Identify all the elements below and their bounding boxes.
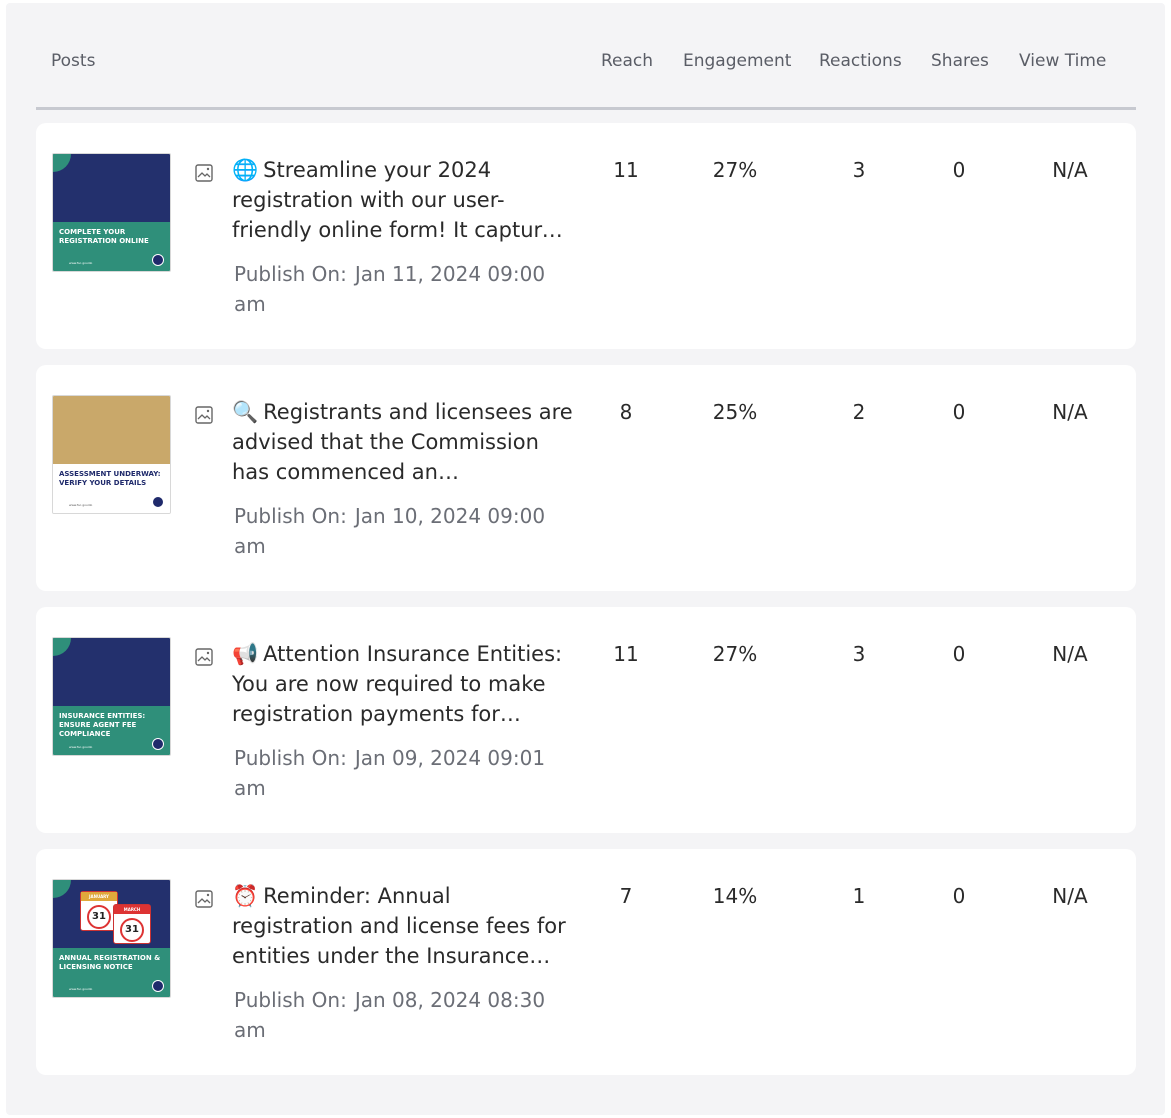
column-header-posts[interactable]: Posts — [51, 51, 95, 71]
engagement-value: 27% — [712, 642, 758, 666]
post-thumbnail[interactable]: Insurance entities: ensure agent fee com… — [52, 637, 171, 756]
publish-date: Publish On: Jan 10, 2024 09:00 am — [234, 504, 546, 558]
seal-icon — [152, 254, 164, 266]
post-thumbnail[interactable]: January 31 March 31 Annual registration … — [52, 879, 171, 998]
view-time-value: N/A — [1052, 400, 1088, 424]
engagement-value: 25% — [712, 400, 758, 424]
thumbnail-photo — [53, 154, 170, 222]
posts-table-panel: Posts Reach Engagement Reactions Shares … — [6, 3, 1165, 1115]
view-time-value: N/A — [1052, 158, 1088, 182]
table-row[interactable]: Assessment underway: verify your details… — [36, 365, 1136, 591]
engagement-value: 14% — [712, 884, 758, 908]
post-thumbnail[interactable]: Complete your registration online www.fs… — [52, 153, 171, 272]
alarm-clock-icon: ⏰ — [232, 884, 259, 908]
engagement-value: 27% — [712, 158, 758, 182]
megaphone-icon: 📢 — [232, 642, 259, 666]
image-icon — [195, 164, 213, 182]
table-row[interactable]: Insurance entities: ensure agent fee com… — [36, 607, 1136, 833]
image-icon — [195, 406, 213, 424]
column-header-shares[interactable]: Shares — [931, 51, 989, 71]
magnifier-icon: 🔍 — [232, 400, 259, 424]
table-row[interactable]: Complete your registration online www.fs… — [36, 123, 1136, 349]
column-header-view-time[interactable]: View Time — [1019, 51, 1106, 71]
shares-value: 0 — [952, 642, 966, 666]
post-text[interactable]: 🔍 Registrants and licensees are advised t… — [232, 397, 574, 487]
post-text[interactable]: 📢 Attention Insurance Entities: You are n… — [232, 639, 574, 729]
view-time-value: N/A — [1052, 884, 1088, 908]
thumbnail-photo: January 31 March 31 — [53, 880, 170, 948]
thumbnail-band: Annual registration & licensing notice w… — [53, 948, 170, 997]
column-header-engagement[interactable]: Engagement — [683, 51, 791, 71]
thumbnail-band: Insurance entities: ensure agent fee com… — [53, 706, 170, 755]
reactions-value: 1 — [852, 884, 866, 908]
column-header-reactions[interactable]: Reactions — [819, 51, 902, 71]
publish-date: Publish On: Jan 11, 2024 09:00 am — [234, 262, 546, 316]
reactions-value: 3 — [852, 642, 866, 666]
view-time-value: N/A — [1052, 642, 1088, 666]
column-header-reach[interactable]: Reach — [601, 51, 653, 71]
seal-icon — [152, 496, 164, 508]
table-row[interactable]: January 31 March 31 Annual registration … — [36, 849, 1136, 1075]
reach-value: 8 — [619, 400, 633, 424]
shares-value: 0 — [952, 400, 966, 424]
reach-value: 11 — [613, 158, 639, 182]
publish-date: Publish On: Jan 08, 2024 08:30 am — [234, 988, 546, 1042]
thumbnail-band: Assessment underway: verify your details… — [53, 464, 170, 513]
shares-value: 0 — [952, 884, 966, 908]
reactions-value: 2 — [852, 400, 866, 424]
image-icon — [195, 890, 213, 908]
post-thumbnail[interactable]: Assessment underway: verify your details… — [52, 395, 171, 514]
thumbnail-band: Complete your registration online www.fs… — [53, 222, 170, 271]
reach-value: 7 — [619, 884, 633, 908]
calendar-icon: March 31 — [113, 904, 151, 944]
globe-icon: 🌐 — [232, 158, 259, 182]
thumbnail-photo — [53, 396, 170, 464]
post-text[interactable]: 🌐 Streamline your 2024 registration with … — [232, 155, 574, 245]
image-icon — [195, 648, 213, 666]
reactions-value: 3 — [852, 158, 866, 182]
seal-icon — [152, 980, 164, 992]
table-header: Posts Reach Engagement Reactions Shares … — [36, 3, 1136, 110]
shares-value: 0 — [952, 158, 966, 182]
seal-icon — [152, 738, 164, 750]
publish-date: Publish On: Jan 09, 2024 09:01 am — [234, 746, 546, 800]
reach-value: 11 — [613, 642, 639, 666]
post-text[interactable]: ⏰ Reminder: Annual registration and licen… — [232, 881, 574, 971]
thumbnail-photo — [53, 638, 170, 706]
